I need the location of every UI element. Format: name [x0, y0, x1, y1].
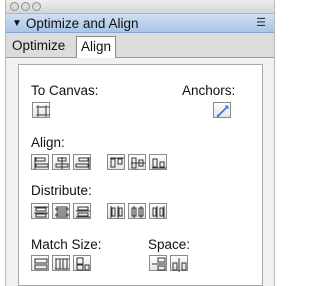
match-height-icon[interactable]	[52, 255, 70, 271]
align-pane: To Canvas: Anchors: Align: Distribute: M…	[18, 64, 263, 286]
close-icon[interactable]	[10, 2, 19, 11]
match-width-icon[interactable]	[31, 255, 49, 271]
align-label: Align:	[31, 135, 65, 150]
panel-menu-icon[interactable]: ☰	[256, 16, 266, 29]
distribute-hcenter-icon[interactable]	[128, 203, 146, 219]
to-canvas-label: To Canvas:	[31, 83, 99, 98]
align-top-icon[interactable]	[107, 154, 125, 170]
panel-header[interactable]: ▼ Optimize and Align ☰	[6, 14, 274, 33]
panel-window: ▼ Optimize and Align ☰ Optimize Align To…	[5, 0, 275, 286]
distribute-top-icon[interactable]	[31, 203, 49, 219]
align-left-icon[interactable]	[31, 154, 49, 170]
tab-optimize[interactable]: Optimize	[8, 36, 69, 55]
space-vertical-icon[interactable]	[149, 255, 167, 271]
distribute-label: Distribute:	[31, 183, 92, 198]
distribute-vcenter-icon[interactable]	[52, 203, 70, 219]
disclosure-triangle-icon[interactable]: ▼	[12, 18, 22, 29]
tab-bar: Optimize Align	[6, 33, 274, 58]
space-label: Space:	[148, 237, 191, 252]
zoom-icon[interactable]	[32, 2, 41, 11]
distribute-right-icon[interactable]	[149, 203, 167, 219]
align-middle-icon[interactable]	[128, 154, 146, 170]
space-horizontal-icon[interactable]	[170, 255, 188, 272]
anchors-label: Anchors:	[182, 83, 236, 98]
align-center-icon[interactable]	[52, 154, 70, 170]
anchor-wand-icon[interactable]	[213, 102, 231, 118]
minimize-icon[interactable]	[21, 2, 30, 11]
match-size-label: Match Size:	[31, 237, 102, 252]
distribute-bottom-icon[interactable]	[73, 203, 91, 219]
align-right-icon[interactable]	[73, 154, 91, 170]
tab-align[interactable]: Align	[76, 36, 117, 58]
align-bottom-icon[interactable]	[149, 154, 167, 170]
window-titlebar	[6, 0, 274, 14]
match-both-icon[interactable]	[73, 255, 91, 271]
distribute-left-icon[interactable]	[107, 203, 125, 219]
fit-to-canvas-icon[interactable]	[32, 102, 50, 118]
panel-title: Optimize and Align	[25, 15, 139, 31]
